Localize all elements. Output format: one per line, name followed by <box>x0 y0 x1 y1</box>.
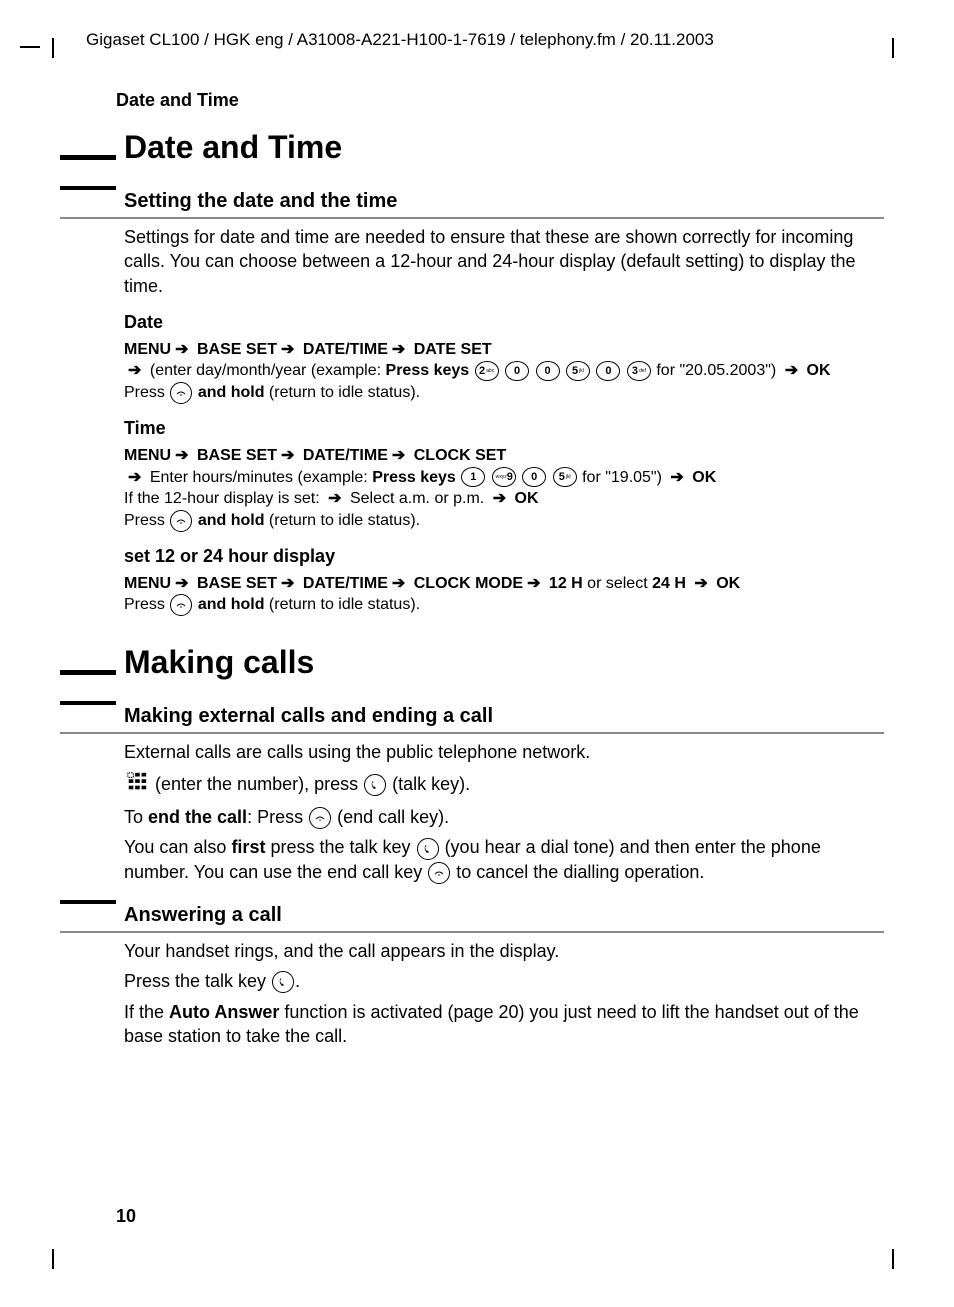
heading-time: Time <box>124 418 884 439</box>
talk-key-icon <box>272 971 294 993</box>
talk-key-icon <box>417 838 439 860</box>
key-3-icon: 3def <box>627 361 651 381</box>
answering-p2: Press the talk key . <box>124 969 884 993</box>
key-9-icon: wxyz9 <box>492 467 516 487</box>
running-head: Date and Time <box>116 90 894 111</box>
page-number: 10 <box>116 1206 136 1227</box>
crop-mark <box>892 1249 894 1269</box>
crop-mark <box>52 1249 54 1269</box>
subsection-bar <box>60 186 116 190</box>
key-2-icon: 2abc <box>475 361 499 381</box>
external-calls-p3: To end the call: Press (end call key). <box>124 805 884 829</box>
subsection-title-answering: Answering a call <box>124 904 884 927</box>
key-1-icon: 1 <box>461 467 485 487</box>
answering-p1: Your handset rings, and the call appears… <box>124 939 884 963</box>
crop-mark <box>892 38 894 58</box>
external-calls-p2: (enter the number), press (talk key). <box>124 771 884 799</box>
talk-key-icon <box>364 774 386 796</box>
subsection-rule <box>60 732 884 734</box>
key-0-icon: 0 <box>505 361 529 381</box>
heading-clock-mode: set 12 or 24 hour display <box>124 546 884 567</box>
key-5-icon: 5jkl <box>566 361 590 381</box>
subsection-title-setting: Setting the date and the time <box>124 190 884 213</box>
subsection-bar <box>60 701 116 705</box>
subsection-rule <box>60 931 884 933</box>
external-calls-p1: External calls are calls using the publi… <box>124 740 884 764</box>
subsection-bar <box>60 900 116 904</box>
section-bar <box>60 155 116 160</box>
end-call-key-icon <box>170 594 192 616</box>
end-call-key-icon <box>170 510 192 532</box>
key-0-icon: 0 <box>522 467 546 487</box>
answering-p3: If the Auto Answer function is activated… <box>124 1000 884 1049</box>
crop-mark <box>52 38 54 58</box>
key-0-icon: 0 <box>536 361 560 381</box>
end-call-key-icon <box>309 807 331 829</box>
key-5-icon: 5jkl <box>553 467 577 487</box>
subsection-title-external-calls: Making external calls and ending a call <box>124 705 884 728</box>
header-path: Gigaset CL100 / HGK eng / A31008-A221-H1… <box>86 30 894 50</box>
heading-date: Date <box>124 312 884 333</box>
time-menu-path: MENU➔ BASE SET➔ DATE/TIME➔ CLOCK SET ➔ E… <box>124 445 884 532</box>
key-0-icon: 0 <box>596 361 620 381</box>
end-call-key-icon <box>428 862 450 884</box>
date-menu-path: MENU➔ BASE SET➔ DATE/TIME➔ DATE SET ➔ (e… <box>124 339 884 404</box>
crop-mark <box>20 46 40 48</box>
subsection-rule <box>60 217 884 219</box>
section-title-date-time: Date and Time <box>124 129 342 166</box>
end-call-key-icon <box>170 382 192 404</box>
section-title-making-calls: Making calls <box>124 644 314 681</box>
mode-menu-path: MENU➔ BASE SET➔ DATE/TIME➔ CLOCK MODE➔ 1… <box>124 573 884 617</box>
intro-text: Settings for date and time are needed to… <box>124 225 884 298</box>
external-calls-p4: You can also first press the talk key (y… <box>124 835 884 884</box>
section-bar <box>60 670 116 675</box>
dialpad-icon <box>126 771 148 799</box>
